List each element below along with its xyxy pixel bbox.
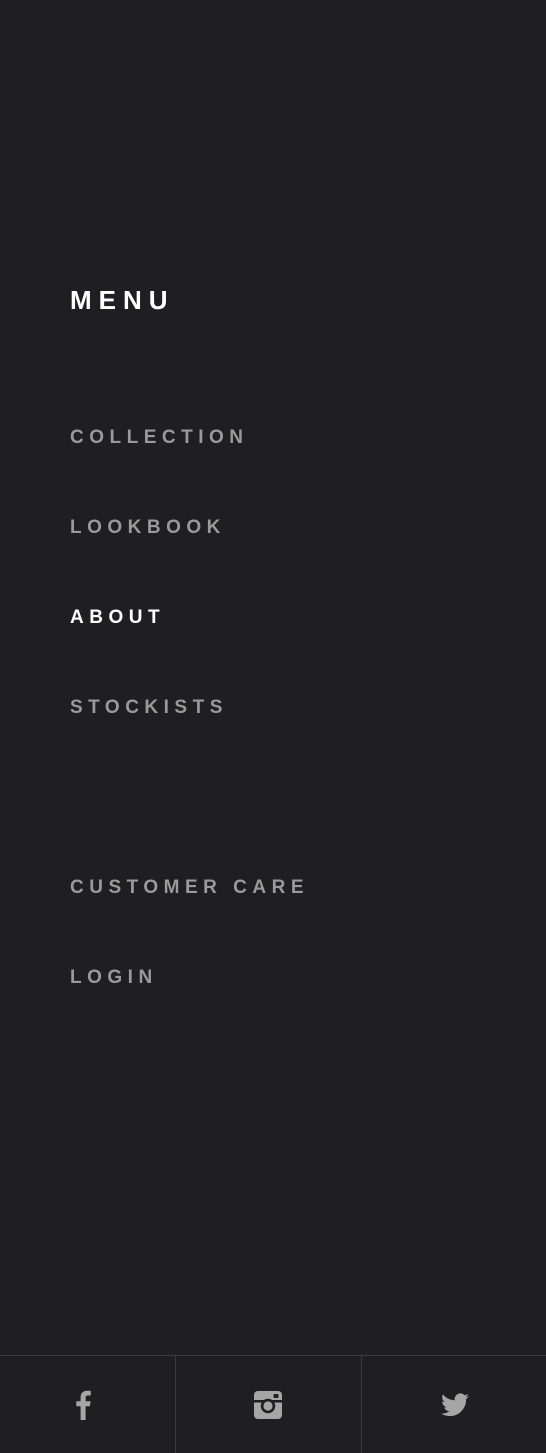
nav-item-login[interactable]: LOGIN xyxy=(70,966,158,990)
instagram-icon xyxy=(253,1390,282,1419)
twitter-link[interactable] xyxy=(361,1356,546,1453)
instagram-link[interactable] xyxy=(175,1356,361,1453)
menu-title: MENU xyxy=(70,285,175,315)
social-footer xyxy=(0,1355,546,1453)
facebook-link[interactable] xyxy=(0,1356,175,1453)
nav-item-stockists[interactable]: STOCKISTS xyxy=(70,696,228,720)
twitter-icon xyxy=(441,1392,469,1416)
nav-item-about[interactable]: ABOUT xyxy=(70,606,165,630)
nav-item-collection[interactable]: COLLECTION xyxy=(70,426,249,450)
facebook-icon xyxy=(75,1390,91,1420)
nav-item-lookbook[interactable]: LOOKBOOK xyxy=(70,516,226,540)
nav-item-customer-care[interactable]: CUSTOMER CARE xyxy=(70,876,309,900)
